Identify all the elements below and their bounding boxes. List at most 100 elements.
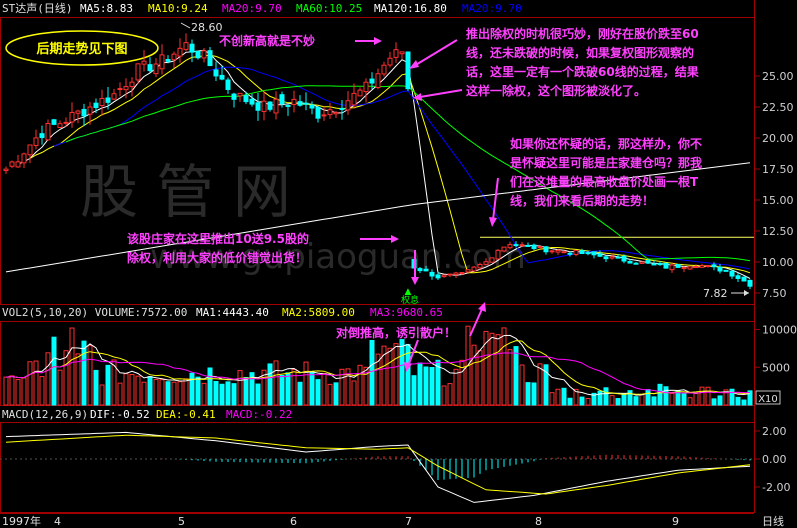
arrowhead-doubt [489, 217, 497, 227]
candle-body [255, 102, 261, 111]
volume-bar [453, 368, 459, 406]
arrow-exright-upper [413, 39, 458, 67]
period-label: 日线 [762, 514, 784, 528]
volume-bar [567, 397, 573, 406]
month-9: 9 [672, 515, 679, 528]
candle-body [609, 256, 615, 259]
volume-bar [495, 334, 501, 406]
candle-body [585, 252, 591, 255]
candle-body [645, 260, 651, 264]
candle-body [159, 54, 165, 70]
volume-bar [387, 347, 393, 406]
volume-bar [33, 360, 39, 406]
volume-bar [69, 327, 75, 406]
chart-header: ST达声(日线) MA5:8.83 MA10:9.24 MA20:9.70 MA… [2, 1, 522, 15]
candle-body [393, 49, 399, 58]
candle-body [465, 269, 471, 273]
volume-header: VOL2(5,10,20) VOLUME:7572.00 MA1:4443.40… [2, 306, 443, 319]
vol-ma1-label: MA1:4443.40 [196, 306, 269, 319]
candle-body [429, 271, 435, 277]
volume-bar [399, 339, 405, 406]
candle-body [597, 253, 603, 257]
candle-body [621, 255, 627, 262]
candle-body [639, 261, 645, 264]
candle-body [135, 63, 141, 81]
volume-bar [285, 372, 291, 406]
volume-bar [21, 377, 27, 406]
arrowhead-push-up-right [478, 302, 486, 312]
candle-body [87, 106, 93, 115]
volume-bar [531, 382, 537, 406]
annotation-exright-timing-1: 推出除权的时机很巧妙，刚好在股价跌至60 [466, 26, 699, 41]
volume-bar [207, 367, 213, 406]
candle-body [333, 112, 339, 115]
volume-bar [45, 352, 51, 406]
volume-bar [411, 375, 417, 406]
ma20b-label: MA20:9.70 [462, 2, 522, 15]
candle-body [489, 257, 495, 263]
annotation-doubt-2: 是怀疑这里可能是庄家建仓吗？那我 [509, 155, 702, 170]
candle-body [327, 109, 333, 116]
dea-label: DEA:-0.41 [156, 408, 216, 421]
volume-bar [669, 393, 675, 406]
candle-body [27, 144, 33, 156]
volume-bar [315, 379, 321, 406]
volume-bar [717, 395, 723, 406]
macd-panel: 2.00 0.00 -2.00 [0, 425, 790, 503]
candle-body [351, 92, 357, 106]
volume-bar [237, 370, 243, 406]
candle-body [471, 266, 477, 272]
candle-body [141, 60, 147, 65]
candle-body [75, 110, 81, 114]
candle-body [39, 133, 45, 139]
vol-tick-label: 10000 [762, 324, 797, 337]
candle-body [747, 279, 753, 287]
volume-bar [525, 382, 531, 406]
arrowhead-no-new-high [374, 37, 382, 45]
volume-bar [297, 381, 303, 406]
annotation-doubt-3: 们在这堆量的最高收盘价处画一根T [510, 174, 699, 189]
candle-body [537, 246, 543, 249]
candle-body [57, 123, 63, 128]
candle-body [381, 64, 387, 75]
candle-body [321, 114, 327, 117]
candle-body [129, 81, 135, 88]
annotation-doubt-4: 线，我们来看后期的走势！ [510, 193, 654, 208]
volume-bar [555, 388, 561, 406]
year-label: 1997年 [2, 514, 41, 528]
candle-body [435, 274, 441, 279]
volume-bar [63, 350, 69, 406]
candle-body [225, 79, 231, 90]
candle-body [345, 100, 351, 111]
price-tick-label: 15.00 [762, 194, 794, 207]
volume-bar [585, 397, 591, 406]
note-badge-text: 后期走势见下图 [36, 41, 127, 57]
candle-body [105, 97, 111, 103]
candle-body [273, 98, 279, 114]
candle-body [153, 63, 159, 75]
volume-bar [27, 361, 33, 406]
watermark-cn: 股 管 网 [80, 158, 291, 226]
annotation-exright-timing-3: 话，这里一定有一个跌破60线的过程，结果 [466, 64, 699, 79]
month-7: 7 [405, 515, 412, 528]
volume-bar [711, 398, 717, 406]
candle-body [267, 101, 273, 110]
volume-bar [549, 392, 555, 406]
ma5-label: MA5:8.83 [80, 2, 133, 15]
volume-bar [741, 399, 747, 406]
volume-bar [657, 383, 663, 406]
candle-body [501, 246, 507, 252]
volume-bar [537, 363, 543, 406]
candle-body [591, 251, 597, 256]
price-tick-label: 7.50 [762, 287, 787, 300]
candle-body [231, 93, 237, 100]
last-price-arrowhead [744, 290, 749, 296]
candle-body [189, 43, 195, 53]
volume-bar [513, 346, 519, 406]
volume-bar [663, 386, 669, 406]
candle-body [729, 270, 735, 277]
ma60-label: MA60:10.25 [296, 2, 362, 15]
candle-body [249, 98, 255, 105]
volume-bar [93, 369, 99, 406]
candle-body [3, 168, 9, 172]
